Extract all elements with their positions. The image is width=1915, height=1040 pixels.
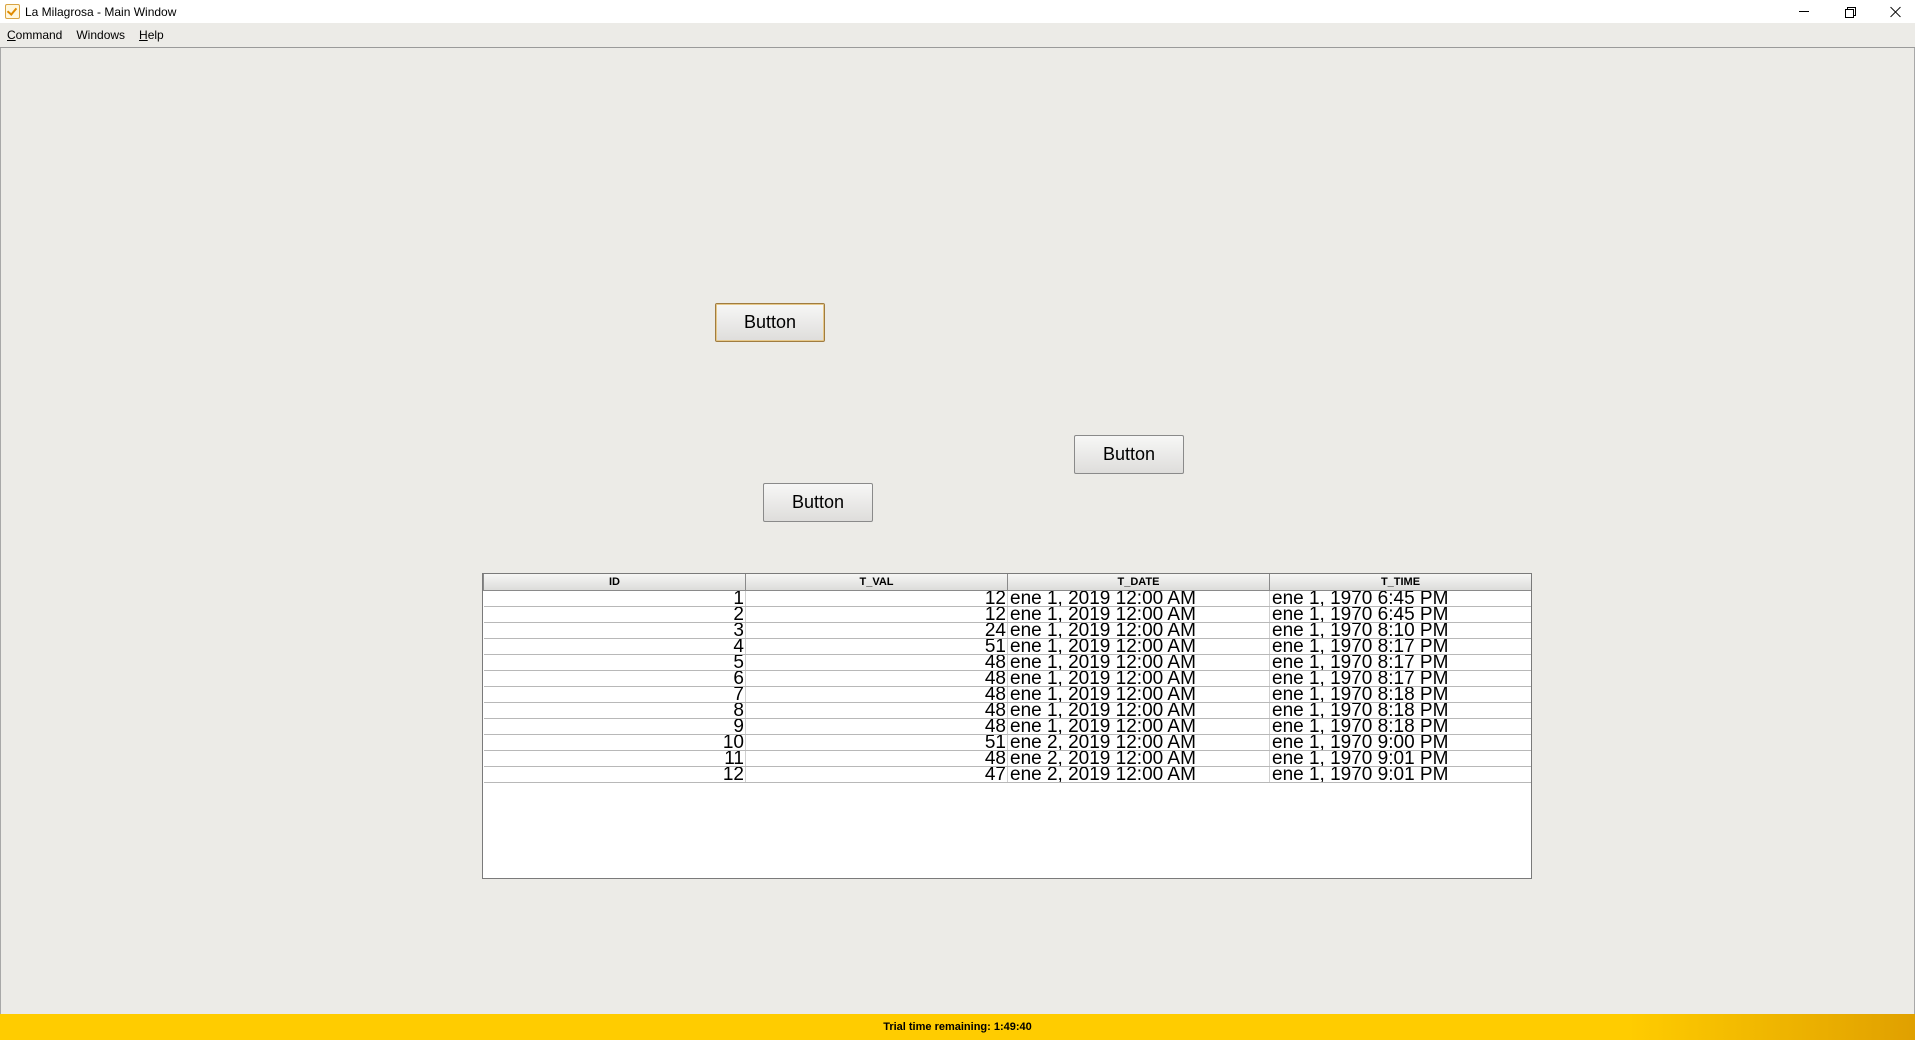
table-row[interactable]: 1 12 ene 1, 2019 12:00 AM ene 1, 1970 6:45 …	[483, 590, 1531, 607]
cell-t-val[interactable]: 48	[745, 750, 1008, 767]
cell-t-date[interactable]: ene 1, 2019 12:00 AM	[1007, 702, 1270, 719]
close-icon	[1890, 6, 1902, 18]
trial-status-bar: Trial time remaining: 1:49:40	[0, 1014, 1915, 1040]
restore-button[interactable]	[1827, 0, 1873, 23]
cell-t-val[interactable]: 24	[745, 622, 1008, 639]
cell-t-date[interactable]: ene 1, 2019 12:00 AM	[1007, 718, 1270, 735]
menu-help[interactable]: Help	[132, 28, 171, 42]
app-icon[interactable]	[5, 4, 20, 19]
cell-t-val[interactable]: 12	[745, 606, 1008, 623]
cell-id[interactable]: 2	[483, 606, 746, 623]
table-header-row: ID T_VAL T_DATE T_TIME	[483, 574, 1531, 591]
cell-t-date[interactable]: ene 1, 2019 12:00 AM	[1007, 622, 1270, 639]
table-row[interactable]: 12 47 ene 2, 2019 12:00 AM ene 1, 1970 9:01…	[483, 766, 1531, 783]
minimize-button[interactable]	[1781, 0, 1827, 23]
data-table[interactable]: ID T_VAL T_DATE T_TIME 1 12 ene 1, 2019 12…	[482, 573, 1532, 879]
cell-id[interactable]: 1	[483, 590, 746, 607]
cell-t-val[interactable]: 51	[745, 638, 1008, 655]
cell-t-val[interactable]: 48	[745, 654, 1008, 671]
table-row[interactable]: 6 48 ene 1, 2019 12:00 AM ene 1, 1970 8:17 …	[483, 670, 1531, 687]
cell-t-time[interactable]: ene 1, 1970 8:17 PM	[1269, 638, 1531, 655]
button-1[interactable]: Button	[715, 303, 825, 342]
table-row[interactable]: 5 48 ene 1, 2019 12:00 AM ene 1, 1970 8:17 …	[483, 654, 1531, 671]
cell-id[interactable]: 3	[483, 622, 746, 639]
menu-bar: Command Windows Help	[0, 23, 1915, 48]
close-button[interactable]	[1873, 0, 1915, 23]
cell-id[interactable]: 12	[483, 766, 746, 783]
table-row[interactable]: 9 48 ene 1, 2019 12:00 AM ene 1, 1970 8:18 …	[483, 718, 1531, 735]
table-row[interactable]: 3 24 ene 1, 2019 12:00 AM ene 1, 1970 8:10 …	[483, 622, 1531, 639]
cell-t-date[interactable]: ene 1, 2019 12:00 AM	[1007, 670, 1270, 687]
window-title: La Milagrosa - Main Window	[25, 4, 177, 19]
cell-id[interactable]: 6	[483, 670, 746, 687]
title-bar: La Milagrosa - Main Window	[0, 0, 1915, 23]
menu-windows[interactable]: Windows	[69, 28, 132, 42]
cell-t-time[interactable]: ene 1, 1970 8:17 PM	[1269, 654, 1531, 671]
table-row[interactable]: 7 48 ene 1, 2019 12:00 AM ene 1, 1970 8:18 …	[483, 686, 1531, 703]
cell-t-time[interactable]: ene 1, 1970 6:45 PM	[1269, 606, 1531, 623]
cell-t-val[interactable]: 48	[745, 702, 1008, 719]
button-2[interactable]: Button	[1074, 435, 1184, 474]
cell-t-val[interactable]: 47	[745, 766, 1008, 783]
cell-t-val[interactable]: 12	[745, 590, 1008, 607]
restore-icon	[1845, 6, 1856, 18]
cell-t-date[interactable]: ene 2, 2019 12:00 AM	[1007, 734, 1270, 751]
table-row[interactable]: 10 51 ene 2, 2019 12:00 AM ene 1, 1970 9:00…	[483, 734, 1531, 751]
cell-t-time[interactable]: ene 1, 1970 8:18 PM	[1269, 718, 1531, 735]
cell-t-time[interactable]: ene 1, 1970 8:10 PM	[1269, 622, 1531, 639]
button-3[interactable]: Button	[763, 483, 873, 522]
cell-id[interactable]: 9	[483, 718, 746, 735]
cell-id[interactable]: 8	[483, 702, 746, 719]
cell-t-date[interactable]: ene 1, 2019 12:00 AM	[1007, 606, 1270, 623]
cell-t-date[interactable]: ene 1, 2019 12:00 AM	[1007, 686, 1270, 703]
cell-id[interactable]: 5	[483, 654, 746, 671]
table-row[interactable]: 11 48 ene 2, 2019 12:00 AM ene 1, 1970 9:01…	[483, 750, 1531, 767]
cell-t-val[interactable]: 48	[745, 686, 1008, 703]
cell-t-time[interactable]: ene 1, 1970 9:01 PM	[1269, 750, 1531, 767]
table-body: 1 12 ene 1, 2019 12:00 AM ene 1, 1970 6:45 …	[483, 590, 1531, 783]
column-header-t-date[interactable]: T_DATE	[1007, 574, 1270, 591]
cell-id[interactable]: 11	[483, 750, 746, 767]
cell-t-time[interactable]: ene 1, 1970 8:17 PM	[1269, 670, 1531, 687]
column-header-t-val[interactable]: T_VAL	[745, 574, 1008, 591]
cell-t-date[interactable]: ene 1, 2019 12:00 AM	[1007, 638, 1270, 655]
cell-id[interactable]: 7	[483, 686, 746, 703]
cell-id[interactable]: 10	[483, 734, 746, 751]
table-row[interactable]: 2 12 ene 1, 2019 12:00 AM ene 1, 1970 6:45 …	[483, 606, 1531, 623]
minimize-icon	[1799, 11, 1809, 12]
cell-t-time[interactable]: ene 1, 1970 8:18 PM	[1269, 702, 1531, 719]
table-row[interactable]: 8 48 ene 1, 2019 12:00 AM ene 1, 1970 8:18 …	[483, 702, 1531, 719]
cell-t-val[interactable]: 48	[745, 718, 1008, 735]
cell-t-time[interactable]: ene 1, 1970 8:18 PM	[1269, 686, 1531, 703]
cell-t-val[interactable]: 48	[745, 670, 1008, 687]
cell-t-time[interactable]: ene 1, 1970 9:00 PM	[1269, 734, 1531, 751]
cell-t-date[interactable]: ene 2, 2019 12:00 AM	[1007, 766, 1270, 783]
cell-t-date[interactable]: ene 1, 2019 12:00 AM	[1007, 654, 1270, 671]
cell-t-date[interactable]: ene 1, 2019 12:00 AM	[1007, 590, 1270, 607]
trial-time-text: Trial time remaining: 1:49:40	[883, 1021, 1032, 1033]
cell-t-val[interactable]: 51	[745, 734, 1008, 751]
menu-command[interactable]: Command	[0, 28, 69, 42]
cell-t-date[interactable]: ene 2, 2019 12:00 AM	[1007, 750, 1270, 767]
table-row[interactable]: 4 51 ene 1, 2019 12:00 AM ene 1, 1970 8:17 …	[483, 638, 1531, 655]
column-header-t-time[interactable]: T_TIME	[1269, 574, 1531, 591]
column-header-id[interactable]: ID	[483, 574, 746, 591]
cell-t-time[interactable]: ene 1, 1970 9:01 PM	[1269, 766, 1531, 783]
cell-id[interactable]: 4	[483, 638, 746, 655]
cell-t-time[interactable]: ene 1, 1970 6:45 PM	[1269, 590, 1531, 607]
